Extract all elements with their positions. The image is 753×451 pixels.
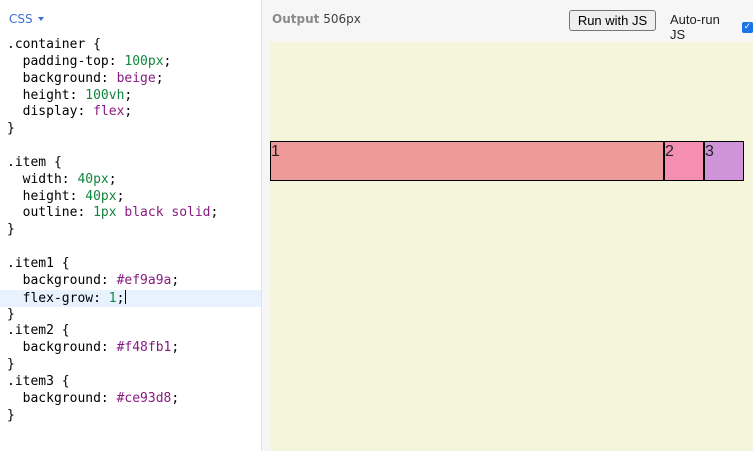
code-line[interactable]: .item3 { <box>0 374 261 391</box>
code-token: ; <box>108 171 117 187</box>
code-token: flex <box>93 104 125 120</box>
code-token: } <box>7 121 15 137</box>
autorun-toggle[interactable]: Auto-run JS ✓ <box>670 12 753 42</box>
css-editor-pane: CSS .container { padding-top: 100px; bac… <box>0 0 261 451</box>
code-token: .item3 { <box>7 373 70 389</box>
code-token: ; <box>171 340 180 356</box>
code-token: background: <box>7 340 117 356</box>
code-token: #f48fb1 <box>116 340 172 356</box>
code-token: ; <box>116 290 125 306</box>
code-line[interactable] <box>0 138 261 155</box>
text-cursor <box>125 289 127 304</box>
code-line[interactable]: background: beige; <box>0 71 261 88</box>
code-token: 1 <box>108 290 117 306</box>
code-token: #ce93d8 <box>116 390 172 406</box>
flex-item-3: 3 <box>704 141 744 181</box>
chevron-down-icon <box>37 17 44 21</box>
code-token: } <box>7 306 15 322</box>
code-token: } <box>7 407 15 423</box>
code-editor[interactable]: .container { padding-top: 100px; backgro… <box>0 37 261 424</box>
code-token: flex-grow: <box>7 290 109 306</box>
code-token: 100vh <box>85 87 125 103</box>
flex-item-1: 1 <box>270 141 664 181</box>
autorun-label: Auto-run JS <box>670 12 720 42</box>
code-line[interactable]: .item1 { <box>0 256 261 273</box>
code-token: black solid <box>124 205 211 221</box>
code-line[interactable]: } <box>0 121 261 138</box>
code-token: #ef9a9a <box>116 272 172 288</box>
code-token: .item { <box>7 154 62 170</box>
language-label: CSS <box>9 12 33 26</box>
code-token: 40px <box>77 171 109 187</box>
code-token: ; <box>124 87 133 103</box>
code-token: ; <box>155 70 164 86</box>
code-line[interactable]: .item { <box>0 155 261 172</box>
code-token: background: <box>7 70 117 86</box>
code-token: height: <box>7 87 86 103</box>
code-token: 40px <box>85 188 117 204</box>
code-token: width: <box>7 171 78 187</box>
code-line[interactable]: display: flex; <box>0 104 261 121</box>
code-line[interactable]: flex-grow: 1; <box>0 289 261 307</box>
code-token: 100px <box>124 53 164 69</box>
code-line[interactable]: height: 40px; <box>0 189 261 206</box>
code-line[interactable]: background: #ce93d8; <box>0 391 261 408</box>
code-line[interactable]: background: #ef9a9a; <box>0 273 261 290</box>
code-token: ; <box>210 205 219 221</box>
code-token: .item1 { <box>7 255 70 271</box>
code-line[interactable]: } <box>0 222 261 239</box>
output-size: 506px <box>323 12 361 26</box>
code-token: background: <box>7 390 117 406</box>
code-token: ; <box>124 104 133 120</box>
code-token: } <box>7 222 15 238</box>
code-token: ; <box>116 188 125 204</box>
code-token: outline: <box>7 205 94 221</box>
code-token: } <box>7 357 15 373</box>
code-line[interactable] <box>0 239 261 256</box>
output-preview-frame: 123 <box>270 42 753 451</box>
code-token: height: <box>7 188 86 204</box>
code-token: background: <box>7 272 117 288</box>
code-line[interactable]: } <box>0 307 261 324</box>
run-with-js-button[interactable]: Run with JS <box>569 10 656 31</box>
autorun-checkbox[interactable]: ✓ <box>742 21 753 33</box>
flex-container: 123 <box>270 141 744 181</box>
code-line[interactable]: outline: 1px black solid; <box>0 205 261 222</box>
code-token: ; <box>171 272 180 288</box>
code-line[interactable]: .item2 { <box>0 323 261 340</box>
checkmark-icon: ✓ <box>743 21 752 32</box>
code-token: .item2 { <box>7 323 70 339</box>
code-token: padding-top: <box>7 53 125 69</box>
code-line[interactable]: width: 40px; <box>0 172 261 189</box>
code-line[interactable]: } <box>0 357 261 374</box>
code-line[interactable]: } <box>0 408 261 425</box>
code-token: beige <box>116 70 156 86</box>
code-line[interactable]: background: #f48fb1; <box>0 340 261 357</box>
output-label: Output <box>272 12 320 26</box>
code-line[interactable]: .container { <box>0 37 261 54</box>
code-token: .container { <box>7 37 101 52</box>
code-token: 1px <box>93 205 117 221</box>
language-dropdown[interactable]: CSS <box>9 11 44 27</box>
code-token: ; <box>171 390 180 406</box>
flex-item-2: 2 <box>664 141 704 181</box>
code-line[interactable]: height: 100vh; <box>0 88 261 105</box>
code-line[interactable]: padding-top: 100px; <box>0 54 261 71</box>
output-header: Output 506px <box>272 12 361 26</box>
code-token: ; <box>163 53 172 69</box>
code-token: display: <box>7 104 94 120</box>
output-pane: Output 506px Run with JS Auto-run JS ✓ 1… <box>262 0 753 451</box>
